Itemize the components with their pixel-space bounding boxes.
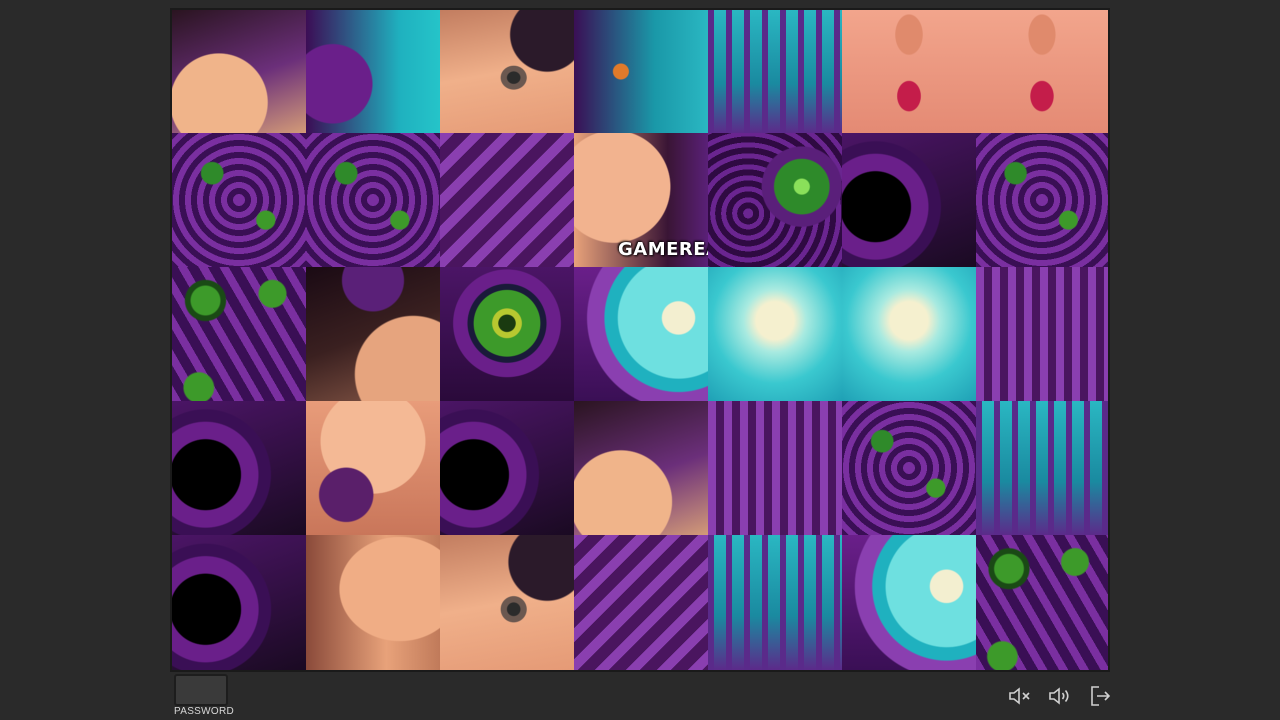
puzzle-tile[interactable] xyxy=(172,133,306,267)
puzzle-tile[interactable] xyxy=(708,535,842,670)
puzzle-tile[interactable] xyxy=(976,10,1108,133)
puzzle-tile[interactable] xyxy=(306,535,440,670)
puzzle-tile[interactable] xyxy=(842,133,976,267)
mute-icon xyxy=(1009,687,1030,705)
puzzle-tile[interactable] xyxy=(306,401,440,535)
puzzle-tile[interactable] xyxy=(172,535,306,670)
puzzle-tile[interactable] xyxy=(306,133,440,267)
puzzle-tile[interactable] xyxy=(708,267,842,401)
puzzle-tile[interactable] xyxy=(708,133,842,267)
puzzle-tile[interactable] xyxy=(842,267,976,401)
exit-button[interactable] xyxy=(1086,682,1114,710)
password-input[interactable] xyxy=(174,674,228,706)
puzzle-tile[interactable] xyxy=(440,267,574,401)
watermark-logo: GAMEREA xyxy=(618,239,708,260)
puzzle-tile[interactable] xyxy=(172,10,306,133)
puzzle-tile[interactable] xyxy=(440,10,574,133)
puzzle-tile[interactable] xyxy=(842,10,976,133)
puzzle-tile[interactable] xyxy=(708,10,842,133)
exit-icon xyxy=(1091,686,1111,706)
mute-button[interactable] xyxy=(1006,682,1034,710)
puzzle-tile[interactable] xyxy=(976,267,1108,401)
puzzle-tile[interactable] xyxy=(842,535,976,670)
puzzle-board: GAMEREA xyxy=(172,10,1108,670)
puzzle-tile[interactable] xyxy=(976,535,1108,670)
puzzle-tile[interactable] xyxy=(708,401,842,535)
puzzle-tile[interactable] xyxy=(172,267,306,401)
puzzle-tile[interactable] xyxy=(440,133,574,267)
puzzle-tile[interactable] xyxy=(440,535,574,670)
puzzle-tile[interactable] xyxy=(842,401,976,535)
puzzle-tile[interactable] xyxy=(574,10,708,133)
password-label: PASSWORD xyxy=(174,706,234,717)
puzzle-tile[interactable] xyxy=(574,401,708,535)
puzzle-tile[interactable] xyxy=(574,535,708,670)
puzzle-tile[interactable]: GAMEREA xyxy=(574,133,708,267)
puzzle-tile[interactable] xyxy=(976,401,1108,535)
puzzle-tile[interactable] xyxy=(976,133,1108,267)
volume-button[interactable] xyxy=(1046,682,1074,710)
puzzle-tile[interactable] xyxy=(306,267,440,401)
puzzle-tile[interactable] xyxy=(574,267,708,401)
puzzle-tile[interactable] xyxy=(440,401,574,535)
puzzle-tile[interactable] xyxy=(172,401,306,535)
volume-icon xyxy=(1049,687,1069,705)
puzzle-tile[interactable] xyxy=(306,10,440,133)
